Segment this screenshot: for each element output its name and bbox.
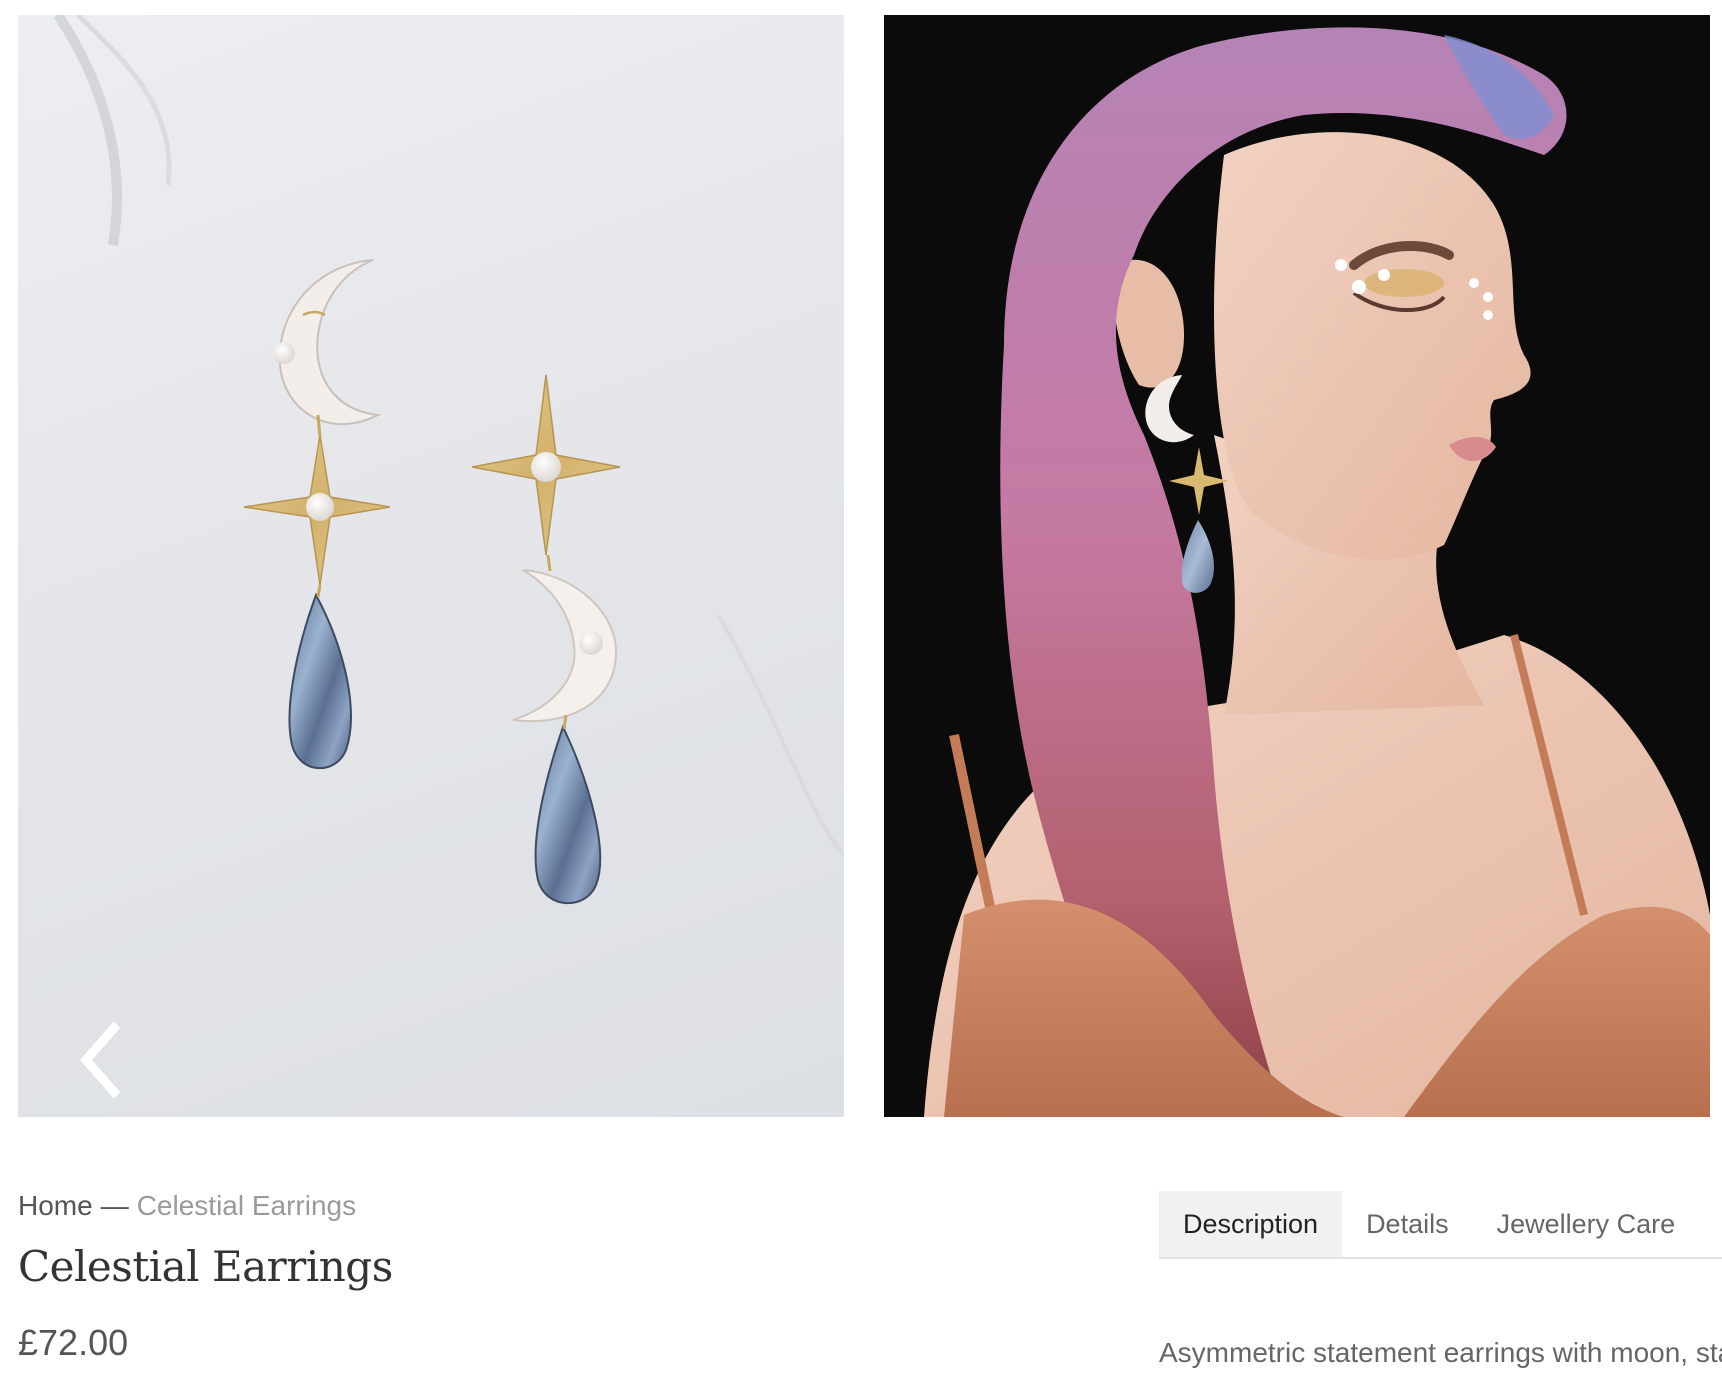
- breadcrumb: Home — Celestial Earrings: [18, 1190, 356, 1222]
- chevron-left-icon[interactable]: [74, 1020, 130, 1100]
- product-image-flatlay[interactable]: [18, 15, 844, 1117]
- tab-details[interactable]: Details: [1342, 1191, 1473, 1257]
- tab-truncated[interactable]: C: [1699, 1191, 1722, 1257]
- product-tabs: DescriptionDetailsJewellery CareC: [1159, 1191, 1722, 1259]
- tab-description[interactable]: Description: [1159, 1191, 1343, 1257]
- breadcrumb-separator: —: [100, 1190, 129, 1221]
- breadcrumb-current: Celestial Earrings: [136, 1190, 357, 1221]
- product-image-model[interactable]: [884, 15, 1710, 1117]
- product-title: Celestial Earrings: [18, 1242, 393, 1291]
- earrings-flatlay-photo: [53, 15, 844, 905]
- model-wearing-earrings-photo: [924, 27, 1710, 1117]
- product-page: Home — Celestial Earrings Celestial Earrin…: [0, 0, 1722, 1388]
- breadcrumb-home-link[interactable]: Home: [18, 1190, 93, 1221]
- product-price: £72.00: [18, 1322, 129, 1363]
- tab-jewellery-care[interactable]: Jewellery Care: [1473, 1191, 1700, 1257]
- product-description: Asymmetric statement earrings with moon,…: [1159, 1337, 1722, 1368]
